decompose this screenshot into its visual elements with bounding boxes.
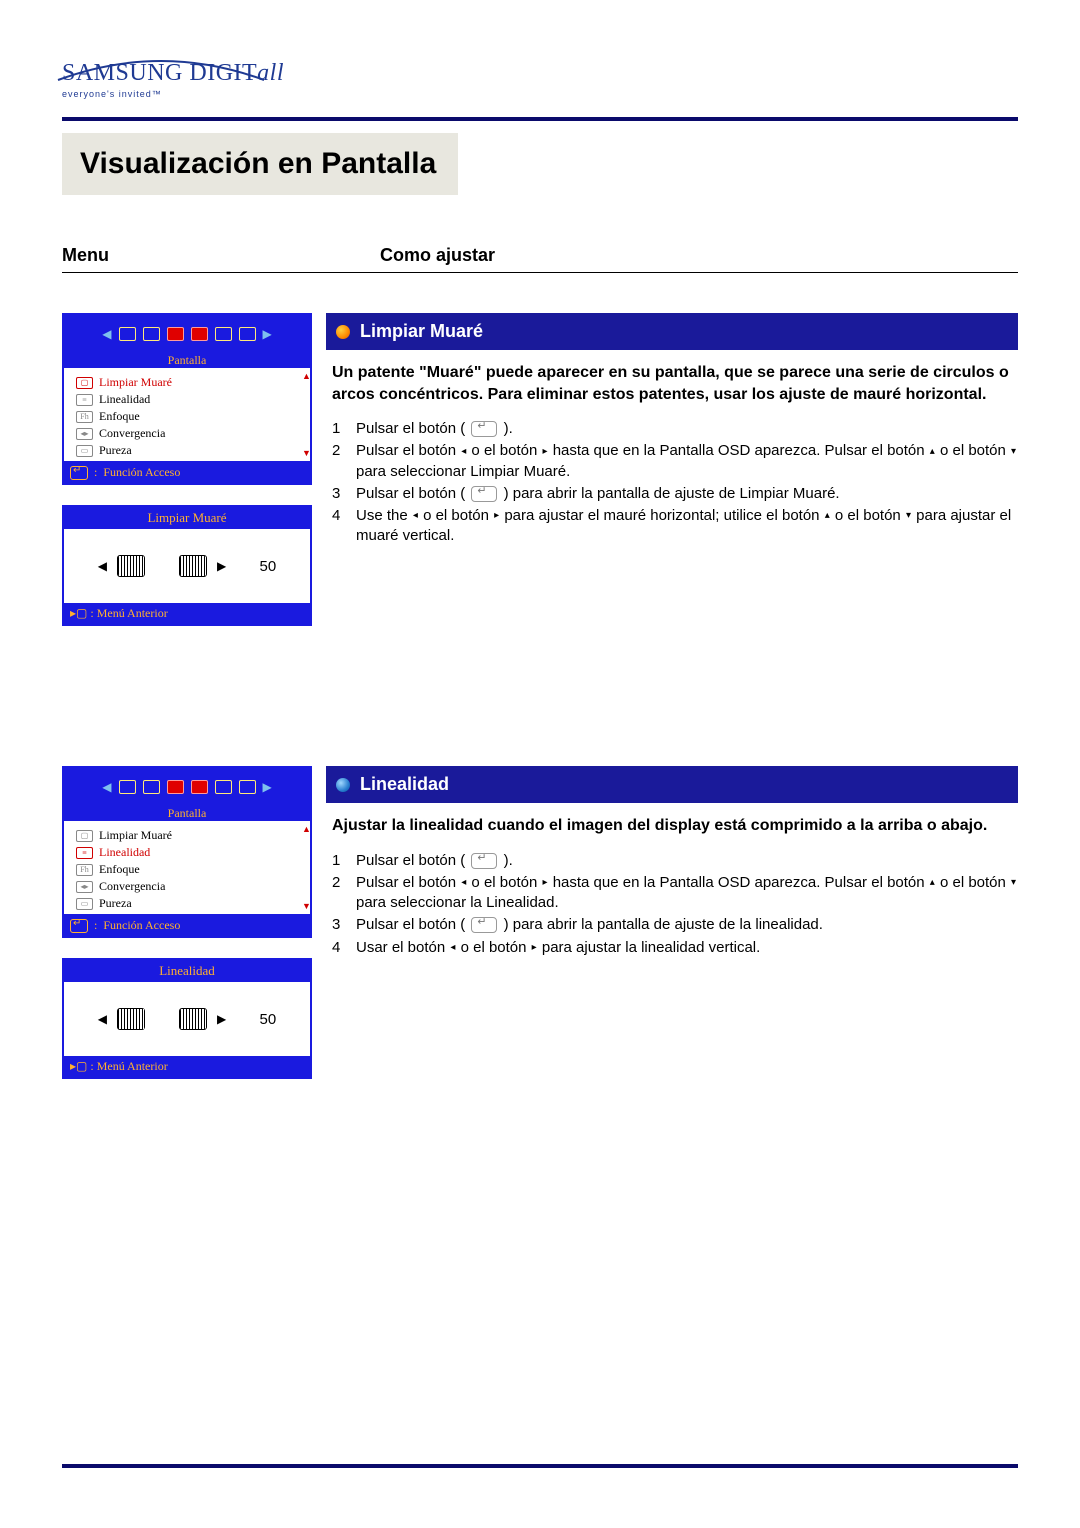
osd-menu-item[interactable]: ▭Pureza [70, 895, 304, 912]
osd-icon[interactable] [119, 780, 136, 794]
nav-left-icon[interactable]: ◀ [102, 780, 111, 794]
osd-icon[interactable] [119, 327, 136, 341]
menu-item-icon: ≡ [76, 394, 93, 406]
menu-item-icon: ▢ [76, 830, 93, 842]
enter-icon [471, 917, 497, 933]
section-heading: Limpiar Muaré [326, 313, 1018, 350]
page-title-box: Visualización en Pantalla [62, 133, 458, 195]
section-heading: Linealidad [326, 766, 1018, 803]
osd-tab-label: Pantalla [64, 353, 310, 368]
osd-icon[interactable] [215, 780, 232, 794]
osd-icon[interactable] [239, 327, 256, 341]
osd-scroll-indicator: ▲▼ [302, 825, 308, 910]
osd-panel: ◀ ▶ Pantalla ▢Limpiar Muaré ≡Linealidad … [62, 313, 312, 485]
osd-tab-label: Pantalla [64, 806, 310, 821]
osd-prev-menu[interactable]: ▸▢ : Menú Anterior [64, 603, 310, 624]
osd-menu-item[interactable]: FhEnfoque [70, 408, 304, 425]
osd-icon[interactable] [167, 780, 184, 794]
osd-menu-item[interactable]: ≡Linealidad [70, 844, 304, 861]
section-title: Limpiar Muaré [360, 321, 483, 342]
nav-left-icon[interactable]: ◀ [102, 327, 111, 341]
enter-icon [471, 486, 497, 502]
moire-icon [117, 555, 145, 577]
osd-menu-item[interactable]: FhEnfoque [70, 861, 304, 878]
osd-menu-item[interactable]: ▢Limpiar Muaré [70, 374, 304, 391]
osd-menu-item[interactable]: ▭Pureza [70, 442, 304, 459]
section-description: Ajustar la linealidad cuando el imagen d… [332, 815, 1018, 837]
header-menu: Menu [62, 245, 380, 266]
increase-icon[interactable]: ▶ [217, 559, 226, 573]
menu-item-icon: ▢ [76, 377, 93, 389]
brand-arc-icon [56, 50, 266, 84]
section-steps-2: 1Pulsar el botón ( ).2Pulsar el botón ◂ … [332, 851, 1018, 960]
osd-adjust-panel: Linealidad ◀ ▶ 50 ▸▢ : Menú Anterior [62, 958, 312, 1079]
osd-icon[interactable] [143, 780, 160, 794]
enter-icon [471, 421, 497, 437]
menu-item-icon: ▭ [76, 898, 93, 910]
menu-item-icon: Fh [76, 411, 93, 423]
osd-panel: ◀ ▶ Pantalla ▢Limpiar Muaré ≡Linealidad … [62, 766, 312, 938]
decrease-icon[interactable]: ◀ [98, 1012, 107, 1026]
moire-icon [179, 555, 207, 577]
section-title: Linealidad [360, 774, 449, 795]
adjust-body: ◀ ▶ 50 [64, 982, 310, 1056]
bullet-icon [336, 778, 350, 792]
adjust-title: Linealidad [64, 960, 310, 982]
osd-icon-selected[interactable] [191, 327, 208, 341]
bullet-icon [336, 325, 350, 339]
top-rule [62, 117, 1018, 121]
adjust-title: Limpiar Muaré [64, 507, 310, 529]
osd-scroll-indicator: ▲▼ [302, 372, 308, 457]
section-description: Un patente "Muaré" puede aparecer en su … [332, 362, 1018, 405]
adjust-value: 50 [236, 558, 276, 575]
header-como: Como ajustar [380, 245, 495, 266]
linearity-icon [117, 1008, 145, 1030]
osd-menu-item[interactable]: ◂▸Convergencia [70, 425, 304, 442]
osd-icon[interactable] [239, 780, 256, 794]
decrease-icon[interactable]: ◀ [98, 559, 107, 573]
osd-menu-item[interactable]: ▢Limpiar Muaré [70, 827, 304, 844]
menu-item-icon: ◂▸ [76, 428, 93, 440]
enter-icon [471, 853, 497, 869]
section-steps-1: 1Pulsar el botón ( ).2Pulsar el botón ◂ … [332, 419, 1018, 549]
header-underline [62, 272, 1018, 273]
nav-right-icon[interactable]: ▶ [263, 780, 272, 794]
adjust-body: ◀ ▶ 50 [64, 529, 310, 603]
enter-icon [70, 466, 88, 480]
page-title: Visualización en Pantalla [80, 147, 436, 181]
brand-block: SAMSUNG DIGITall everyone's invited™ [62, 60, 1018, 99]
osd-icon-selected[interactable] [191, 780, 208, 794]
menu-item-icon: ◂▸ [76, 881, 93, 893]
osd-adjust-panel: Limpiar Muaré ◀ ▶ 50 ▸▢ : Menú Anterior [62, 505, 312, 626]
nav-right-icon[interactable]: ▶ [263, 327, 272, 341]
bottom-rule [62, 1464, 1018, 1468]
osd-menu-item[interactable]: ≡Linealidad [70, 391, 304, 408]
column-headers: Menu Como ajustar [62, 245, 1018, 266]
menu-item-icon: ▭ [76, 445, 93, 457]
osd-menu-list: ▢Limpiar Muaré ≡Linealidad FhEnfoque ◂▸C… [64, 368, 310, 462]
brand-tagline: everyone's invited™ [62, 89, 1018, 99]
osd-function-row: : Función Acceso [64, 462, 310, 483]
increase-icon[interactable]: ▶ [217, 1012, 226, 1026]
osd-menu-item[interactable]: ◂▸Convergencia [70, 878, 304, 895]
osd-prev-menu[interactable]: ▸▢ : Menú Anterior [64, 1056, 310, 1077]
enter-icon [70, 919, 88, 933]
osd-icon-bar: ◀ ▶ [64, 315, 310, 353]
menu-item-icon: ≡ [76, 847, 93, 859]
adjust-value: 50 [236, 1011, 276, 1028]
linearity-icon [179, 1008, 207, 1030]
osd-icon[interactable] [215, 327, 232, 341]
menu-item-icon: Fh [76, 864, 93, 876]
osd-function-row: : Función Acceso [64, 915, 310, 936]
osd-icon[interactable] [143, 327, 160, 341]
osd-menu-list: ▢Limpiar Muaré ≡Linealidad FhEnfoque ◂▸C… [64, 821, 310, 915]
osd-icon[interactable] [167, 327, 184, 341]
osd-icon-bar: ◀ ▶ [64, 768, 310, 806]
